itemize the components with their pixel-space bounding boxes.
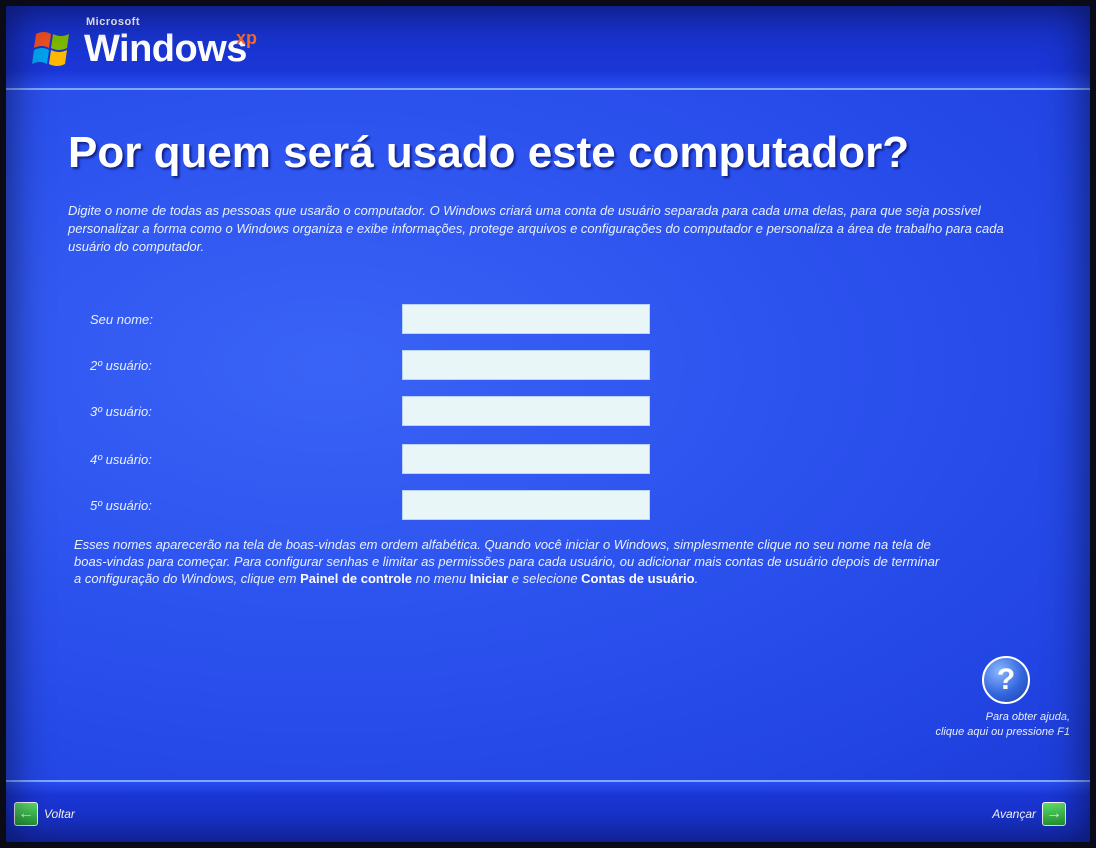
form-row-user-4: 4º usuário: — [90, 444, 660, 480]
help-area[interactable]: ? Para obter ajuda, clique aqui ou press… — [850, 656, 1070, 740]
form-row-name: Seu nome: — [90, 304, 660, 340]
intro-text: Digite o nome de todas as pessoas que us… — [68, 203, 1004, 254]
footer-bar: ← Voltar Avançar → — [0, 780, 1096, 848]
outro-text: Esses nomes aparecerão na tela de boas-v… — [74, 536, 944, 587]
field-label-user-5: 5º usuário: — [90, 498, 152, 513]
field-label-user-2: 2º usuário: — [90, 358, 152, 373]
header-bar: Microsoft Windows xp — [0, 0, 1096, 90]
user-4-input[interactable] — [402, 444, 650, 474]
help-line-2: clique aqui ou pressione F1 — [935, 726, 1070, 738]
start-menu-bold: Iniciar — [469, 571, 509, 586]
your-name-input[interactable] — [402, 304, 650, 334]
outro-text-part: no menu — [412, 571, 470, 586]
arrow-right-icon: → — [1042, 802, 1066, 826]
back-button[interactable]: ← Voltar — [14, 800, 75, 828]
field-label-user-3: 3º usuário: — [90, 404, 152, 419]
page-title: Por quem será usado este computador? — [68, 128, 910, 177]
next-button[interactable]: Avançar → — [992, 800, 1066, 828]
outro-text-part: e selecione — [508, 571, 582, 586]
user-3-input[interactable] — [402, 396, 650, 426]
brand-word: Windows — [84, 28, 247, 70]
next-button-label: Avançar — [992, 807, 1036, 821]
main-content: Por quem será usado este computador? Dig… — [0, 90, 1096, 780]
user-accounts-bold: Contas de usuário — [581, 571, 695, 586]
brand-small-text: Microsoft — [86, 16, 140, 28]
help-text[interactable]: Para obter ajuda, clique aqui ou pressio… — [850, 710, 1070, 740]
back-button-label: Voltar — [44, 807, 75, 821]
control-panel-bold: Painel de controle — [300, 571, 413, 586]
form-row-user-3: 3º usuário: — [90, 396, 660, 432]
outro-text-part: . — [694, 571, 699, 586]
help-question-icon[interactable]: ? — [982, 656, 1030, 704]
form-row-user-2: 2º usuário: — [90, 350, 660, 386]
help-line-1: Para obter ajuda, — [985, 711, 1070, 723]
user-2-input[interactable] — [402, 350, 650, 380]
setup-screen: Microsoft Windows xp Por quem será usado… — [0, 0, 1096, 848]
windows-xp-logo: Microsoft Windows xp — [28, 12, 278, 82]
brand-suffix: xp — [236, 28, 258, 48]
field-label-user-4: 4º usuário: — [90, 452, 152, 467]
user-5-input[interactable] — [402, 490, 650, 520]
arrow-left-icon: ← — [14, 802, 38, 826]
field-label-your-name: Seu nome: — [90, 312, 153, 327]
form-row-user-5: 5º usuário: — [90, 490, 660, 526]
windows-flag-icon — [32, 32, 69, 66]
